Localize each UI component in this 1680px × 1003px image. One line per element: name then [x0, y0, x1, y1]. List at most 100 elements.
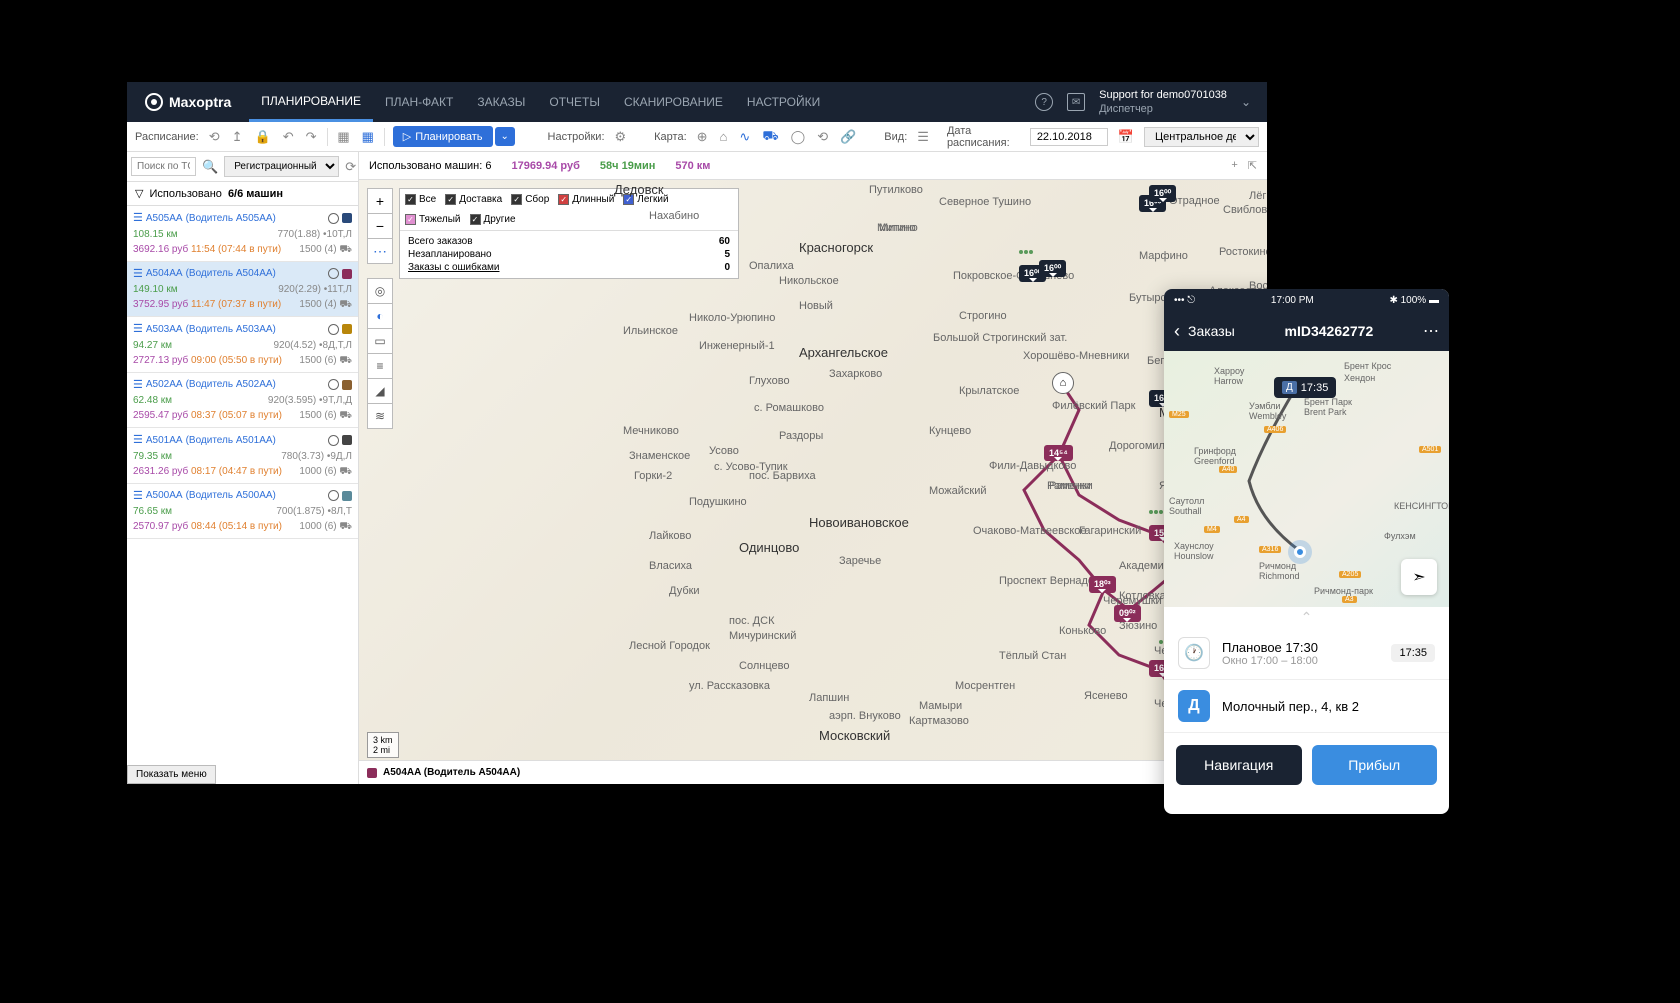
- nav-план-факт[interactable]: ПЛАН-ФАКТ: [373, 82, 465, 122]
- tool-icon[interactable]: ▦: [360, 129, 376, 145]
- refresh-icon[interactable]: ⟳: [343, 159, 358, 175]
- vehicle-row[interactable]: ☰ A504AA (Водитель А504АА) 149.10 км 920…: [127, 262, 358, 318]
- depot-marker[interactable]: ⌂: [1052, 372, 1074, 394]
- nav-планирование[interactable]: ПЛАНИРОВАНИЕ: [249, 82, 373, 122]
- map-time-marker[interactable]: 18⁰³: [1089, 576, 1116, 593]
- map-place-label: Солнцево: [739, 660, 789, 672]
- map-tool-icon[interactable]: ◯: [789, 129, 808, 145]
- search-icon[interactable]: 🔍: [200, 159, 220, 175]
- tool-icon[interactable]: ⟲: [207, 129, 222, 145]
- vehicle-filter[interactable]: ▽ Использовано 6/6 машин: [127, 182, 358, 206]
- map-place-label: Глухово: [749, 375, 790, 387]
- vehicle-cap: 1000 (6) ⛟: [299, 519, 352, 534]
- plan-dropdown[interactable]: ⌄: [495, 127, 515, 146]
- map-place-label: ул. Рассказовка: [689, 680, 770, 692]
- tool-icon[interactable]: ↷: [304, 129, 319, 145]
- map-place-label: Никольское: [779, 275, 839, 287]
- stats-cost: 17969.94 руб: [511, 160, 579, 172]
- map-time-marker[interactable]: 16⁰⁰: [1149, 185, 1176, 202]
- add-icon[interactable]: +: [1231, 159, 1237, 172]
- vehicle-row[interactable]: ☰ A503AA (Водитель А503АА) 94.27 км 920(…: [127, 317, 358, 373]
- user-chevron-icon[interactable]: ⌄: [1241, 95, 1251, 109]
- map-label: Карта:: [654, 131, 687, 143]
- vehicle-driver: (Водитель А505АА): [186, 211, 276, 226]
- mobile-map[interactable]: Д 17:35 ➣ ХарроуHarrowБрент КросХендонУэ…: [1164, 351, 1449, 607]
- globe-icon: [328, 490, 339, 501]
- view-icon[interactable]: ☰: [915, 129, 931, 145]
- map-time-marker[interactable]: 14⁵⁴: [1044, 445, 1073, 461]
- map-ruler-icon[interactable]: ◢: [367, 378, 393, 404]
- settings-icon[interactable]: ⚙: [613, 129, 629, 145]
- toolbar: Расписание: ⟲ ↥ 🔒 ↶ ↷ ▦ ▦ ▷ Планировать …: [127, 122, 1267, 152]
- legend-item[interactable]: ✓Сбор: [511, 194, 549, 205]
- vehicle-load: 770(1.88) •10Т,Л: [277, 227, 352, 242]
- road-badge: A406: [1264, 426, 1286, 433]
- map-place-label: Нахабино: [649, 210, 699, 222]
- vehicle-row[interactable]: ☰ A505AA (Водитель А505АА) 108.15 км 770…: [127, 206, 358, 262]
- back-label[interactable]: Заказы: [1188, 323, 1235, 339]
- calendar-icon[interactable]: 📅: [1116, 129, 1136, 145]
- zoom-in-button[interactable]: +: [367, 188, 393, 214]
- show-menu-button[interactable]: Показать меню: [127, 765, 216, 784]
- color-swatch: [342, 491, 352, 501]
- map-lasso-icon[interactable]: ◐: [367, 303, 393, 329]
- mail-icon[interactable]: ✉: [1067, 93, 1085, 111]
- vehicle-row[interactable]: ☰ A500AA (Водитель А500АА) 76.65 км 700(…: [127, 484, 358, 540]
- more-icon[interactable]: ⋯: [1423, 321, 1439, 341]
- help-icon[interactable]: ?: [1035, 93, 1053, 111]
- nav-настройки[interactable]: НАСТРОЙКИ: [735, 82, 832, 122]
- globe-icon: [328, 268, 339, 279]
- nav-заказы[interactable]: ЗАКАЗЫ: [465, 82, 537, 122]
- map-place-label: Новый: [799, 300, 833, 312]
- map-time-marker[interactable]: 09⁰²: [1114, 605, 1141, 622]
- map-layers-icon[interactable]: ≋: [367, 403, 393, 429]
- map-tool-icon[interactable]: ⊕: [695, 129, 710, 145]
- arrived-button[interactable]: Прибыл: [1312, 745, 1438, 785]
- map-target-icon[interactable]: ◎: [367, 278, 393, 304]
- vehicle-id: A500AA: [146, 488, 183, 503]
- plan-button[interactable]: ▷ Планировать: [393, 126, 493, 147]
- export-icon[interactable]: ⇱: [1248, 159, 1257, 172]
- map-area-icon[interactable]: ▭: [367, 328, 393, 354]
- navigate-button[interactable]: Навигация: [1176, 745, 1302, 785]
- legend-item[interactable]: ✓Тяжелый: [405, 214, 461, 225]
- map-tool-icon[interactable]: ⌂: [718, 129, 730, 144]
- legend-item[interactable]: ✓Длинный: [558, 194, 614, 205]
- vehicle-row[interactable]: ☰ A501AA (Водитель А501АА) 79.35 км 780(…: [127, 428, 358, 484]
- address-card[interactable]: Д Молочный пер., 4, кв 2: [1164, 680, 1449, 733]
- vehicle-search-input[interactable]: [131, 157, 196, 176]
- time-card: 🕐 Плановое 17:30 Окно 17:00 – 18:00 17:3…: [1164, 627, 1449, 680]
- selected-vehicle-label: A504AA (Водитель А504АА): [383, 767, 520, 778]
- mobile-place-label: Брент Парк: [1304, 397, 1352, 407]
- region-select[interactable]: Центральное деп: [1144, 127, 1259, 147]
- map-side-tools: ◎ ◐ ▭ ≡ ◢ ≋: [367, 278, 393, 428]
- map-canvas[interactable]: ⌂ + − ⋯ ◎ ◐ ▭ ≡ ◢ ≋ ✓Все ✓Доставка ✓Сбор ✓Д…: [359, 180, 1267, 784]
- legend-item[interactable]: ✓Другие: [470, 214, 516, 225]
- vehicle-cost: 2727.13 руб: [133, 355, 188, 366]
- map-more-button[interactable]: ⋯: [367, 238, 393, 264]
- map-tool-icon[interactable]: ≡: [367, 353, 393, 379]
- map-tool-icon[interactable]: ⛟: [760, 128, 780, 146]
- date-input[interactable]: [1030, 128, 1108, 146]
- legend-item[interactable]: ✓Все: [405, 194, 436, 205]
- mobile-place-label: Hounslow: [1174, 551, 1214, 561]
- tool-icon[interactable]: ↶: [281, 129, 296, 145]
- zoom-out-button[interactable]: −: [367, 213, 393, 239]
- legend-item[interactable]: ✓Доставка: [445, 194, 502, 205]
- user-menu[interactable]: Support for demo0701038 Диспетчер: [1099, 88, 1227, 117]
- nav-сканирование[interactable]: СКАНИРОВАНИЕ: [612, 82, 735, 122]
- map-tool-icon[interactable]: ∿: [737, 129, 752, 145]
- sheet-handle[interactable]: ⌃: [1164, 607, 1449, 627]
- back-icon[interactable]: ‹: [1174, 321, 1180, 342]
- tool-icon[interactable]: ↥: [230, 129, 245, 145]
- vehicle-sort-select[interactable]: Регистрационный: [224, 156, 339, 177]
- nav-отчеты[interactable]: ОТЧЕТЫ: [537, 82, 612, 122]
- map-time-marker[interactable]: 16⁰⁰: [1039, 260, 1066, 277]
- tool-icon[interactable]: 🔒: [253, 129, 273, 145]
- map-tool-icon[interactable]: 🔗: [838, 129, 858, 145]
- map-tool-icon[interactable]: ⟲: [815, 129, 830, 145]
- vehicle-row[interactable]: ☰ A502AA (Водитель А502АА) 62.48 км 920(…: [127, 373, 358, 429]
- mobile-app: ••• ⎋ 17:00 PM ✱ 100% ▬ ‹ Заказы mID3426…: [1164, 289, 1449, 814]
- locate-button[interactable]: ➣: [1401, 559, 1437, 595]
- tool-icon[interactable]: ▦: [335, 129, 351, 145]
